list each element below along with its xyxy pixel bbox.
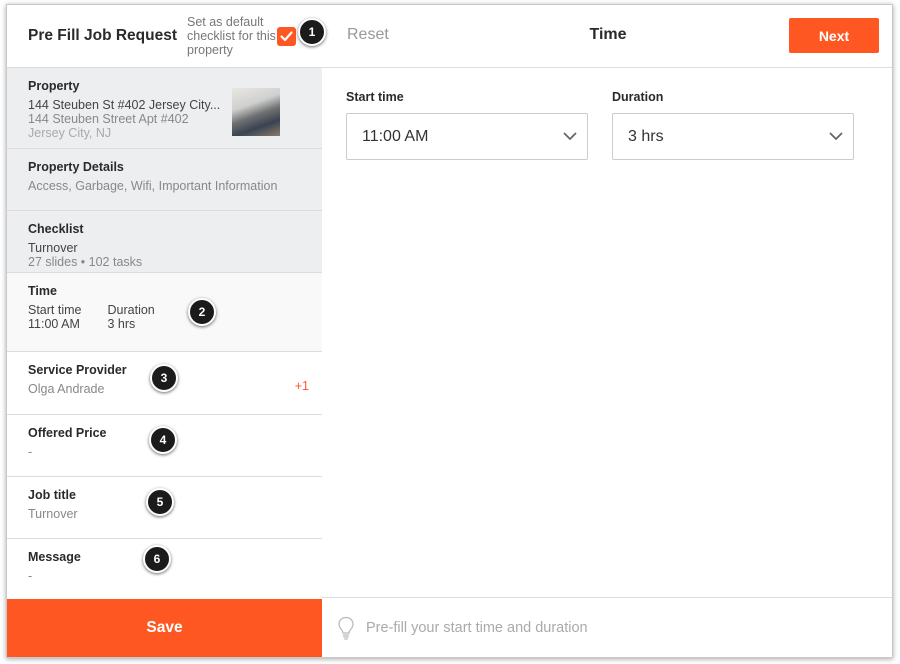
start-time-field-label: Start time	[346, 90, 404, 104]
job-title-title: Job title	[28, 488, 76, 502]
checklist-section[interactable]: Checklist Turnover 27 slides • 102 tasks	[7, 210, 322, 272]
property-section[interactable]: Property 144 Steuben St #402 Jersey City…	[7, 67, 322, 148]
reset-button[interactable]: Reset	[347, 26, 389, 44]
callout-2: 2	[188, 298, 216, 326]
default-checklist-label: Set as default checklist for this proper…	[187, 15, 276, 57]
duration-selected-value: 3 hrs	[628, 127, 664, 145]
chevron-down-icon	[829, 132, 843, 140]
duration-select[interactable]: 3 hrs	[612, 113, 854, 160]
save-button[interactable]: Save	[7, 599, 322, 657]
extra-provider-count: +1	[294, 379, 309, 393]
tip-bar: Pre-fill your start time and duration	[322, 597, 892, 657]
callout-6: 6	[143, 545, 171, 573]
callout-1: 1	[298, 18, 326, 46]
checklist-name: Turnover	[28, 241, 78, 255]
lightbulb-icon	[338, 616, 354, 640]
checklist-title: Checklist	[28, 222, 84, 236]
callout-3: 3	[150, 364, 178, 392]
property-details-section[interactable]: Property Details Access, Garbage, Wifi, …	[7, 148, 322, 210]
left-header: Pre Fill Job Request Set as default chec…	[7, 5, 322, 67]
duration-label: Duration	[107, 303, 155, 317]
property-details-title: Property Details	[28, 160, 124, 174]
page-title: Pre Fill Job Request	[28, 27, 178, 44]
callout-5: 5	[146, 488, 174, 516]
job-title-value: Turnover	[28, 507, 78, 521]
job-request-window: Pre Fill Job Request Set as default chec…	[6, 4, 893, 658]
start-time-value: 11:00 AM	[28, 317, 80, 331]
start-time-label: Start time	[28, 303, 82, 317]
start-time-select[interactable]: 11:00 AM	[346, 113, 588, 160]
right-panel: Reset Time Next Start time 11:00 AM Dura…	[322, 5, 892, 657]
next-button[interactable]: Next	[789, 18, 879, 53]
duration-value: 3 hrs	[107, 317, 136, 331]
duration-field-label: Duration	[612, 90, 664, 104]
checklist-summary: 27 slides • 102 tasks	[28, 255, 143, 269]
property-details-summary: Access, Garbage, Wifi, Important Informa…	[28, 179, 278, 193]
chevron-down-icon	[563, 132, 577, 140]
right-header: Reset Time Next	[322, 5, 892, 68]
default-checklist-checkbox[interactable]	[277, 27, 296, 46]
start-time-selected-value: 11:00 AM	[362, 127, 429, 145]
callout-4: 4	[149, 426, 177, 454]
message-value: -	[28, 569, 33, 583]
checkmark-icon	[280, 31, 293, 42]
message-title: Message	[28, 550, 81, 564]
property-thumbnail	[232, 88, 280, 136]
tip-text: Pre-fill your start time and duration	[366, 620, 588, 636]
time-section[interactable]: Time Start time 11:00 AM Duration 3 hrs	[7, 272, 322, 351]
time-title: Time	[28, 284, 57, 298]
